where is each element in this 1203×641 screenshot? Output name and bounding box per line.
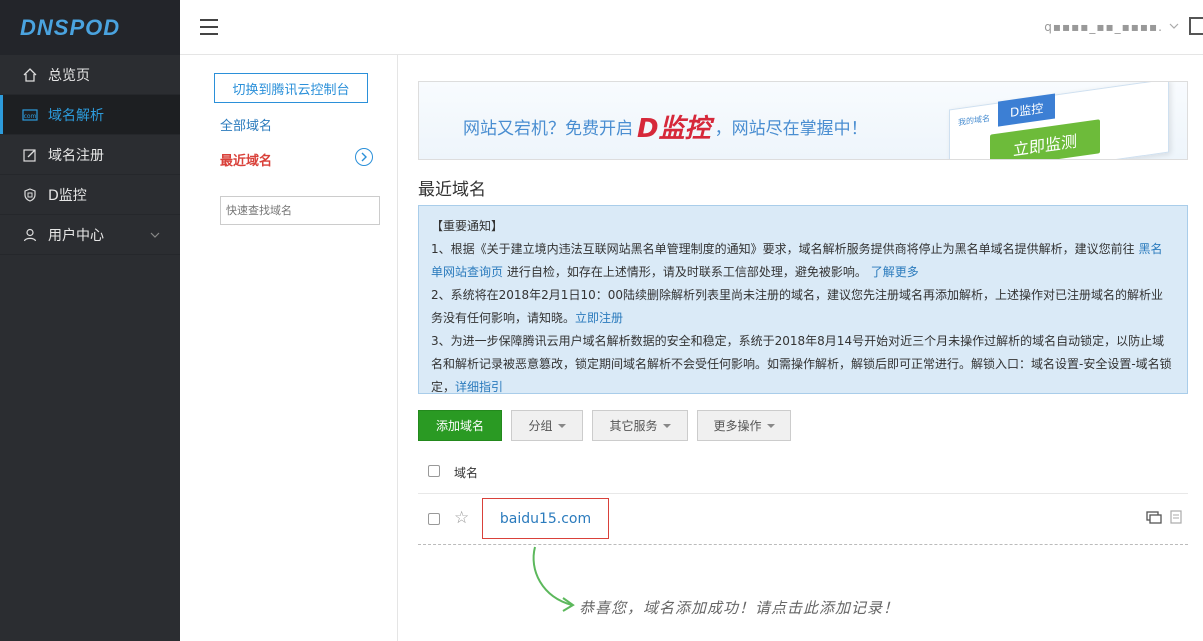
banner-text: 网站又宕机？免费开启 D监控 ，网站尽在掌握中！: [463, 114, 868, 144]
top-bar: q▪▪▪▪_▪▪_▪▪▪▪.: [180, 0, 1203, 55]
banner-illustration: 我的域名 D监控 立即监测: [949, 82, 1169, 159]
home-icon: [22, 67, 38, 83]
domain-subnav: 切换到腾讯云控制台 全部域名 最近域名: [180, 55, 398, 641]
banner-card-tab: D监控: [998, 93, 1056, 127]
caret-down-icon: [557, 423, 566, 428]
sidebar-item-label: 域名注册: [48, 147, 104, 164]
sidebar-item-register[interactable]: 域名注册: [0, 135, 180, 175]
document-icon[interactable]: [1170, 510, 1182, 524]
hamburger-icon[interactable]: [200, 19, 218, 35]
sidebar-item-label: D监控: [48, 187, 87, 204]
select-all-checkbox[interactable]: [428, 465, 440, 477]
edit-icon: [22, 147, 38, 163]
chevron-down-icon[interactable]: [1169, 20, 1179, 35]
com-icon: com: [22, 107, 38, 123]
caret-down-icon: [766, 423, 775, 428]
chevron-down-icon: [150, 228, 160, 244]
sidebar-item-user-center[interactable]: 用户中心: [0, 215, 180, 255]
success-message[interactable]: 恭喜您，域名添加成功！请点击此添加记录！: [579, 597, 899, 618]
notice-item-3: 3、为进一步保障腾讯云用户域名解析数据的安全和稳定，系统于2018年8月14号开…: [431, 334, 1172, 394]
shield-icon: [22, 187, 38, 203]
user-icon: [22, 227, 38, 243]
sidebar-item-monitor[interactable]: D监控: [0, 175, 180, 215]
records-icon[interactable]: [1146, 510, 1162, 524]
sidebar-item-label: 总览页: [48, 67, 90, 84]
learn-more-link[interactable]: 了解更多: [871, 265, 919, 279]
sidebar-item-overview[interactable]: 总览页: [0, 55, 180, 95]
username[interactable]: q▪▪▪▪_▪▪_▪▪▪▪.: [1044, 20, 1163, 34]
sidebar-item-label: 域名解析: [48, 107, 104, 124]
register-now-link[interactable]: 立即注册: [575, 311, 623, 325]
caret-down-icon: [662, 423, 671, 428]
row-checkbox[interactable]: [428, 513, 440, 525]
notice-item-2: 2、系统将在2018年2月1日10：00陆续删除解析列表里尚未注册的域名，建议您…: [431, 288, 1163, 325]
notice-heading: 【重要通知】: [431, 219, 504, 233]
sidebar-item-label: 用户中心: [48, 227, 104, 244]
more-actions-dropdown[interactable]: 更多操作: [697, 410, 791, 441]
all-domains-link[interactable]: 全部域名: [220, 115, 272, 134]
page-title: 最近域名: [418, 180, 486, 200]
star-icon[interactable]: ☆: [454, 508, 469, 528]
d-monitor-banner[interactable]: 网站又宕机？免费开启 D监控 ，网站尽在掌握中！ 我的域名 D监控 立即监测: [418, 81, 1188, 160]
group-dropdown[interactable]: 分组: [511, 410, 583, 441]
recent-domains-link[interactable]: 最近域名: [220, 150, 272, 169]
logout-icon[interactable]: [1189, 17, 1203, 35]
table-row: ☆ baidu15.com: [418, 495, 1188, 545]
d-monitor-logo: D监控: [637, 114, 711, 144]
svg-text:com: com: [24, 113, 37, 120]
domain-search-input[interactable]: [220, 196, 380, 225]
brand-logo[interactable]: DNSPOD: [0, 0, 180, 55]
domain-link[interactable]: baidu15.com: [482, 498, 609, 539]
row-actions: [1146, 510, 1182, 524]
domain-table-header: 域名: [418, 452, 1188, 494]
hint-arrow-icon: [532, 546, 575, 612]
action-toolbar: 添加域名 分组 其它服务 更多操作: [418, 410, 800, 441]
sidebar-item-dns[interactable]: com 域名解析: [0, 95, 180, 135]
circle-arrow-right-icon[interactable]: [355, 148, 373, 166]
column-header-domain: 域名: [454, 466, 479, 480]
detailed-guide-link[interactable]: 详细指引: [455, 380, 503, 394]
add-domain-button[interactable]: 添加域名: [418, 410, 502, 441]
switch-console-button[interactable]: 切换到腾讯云控制台: [214, 73, 368, 103]
sidebar: DNSPOD 总览页 com 域名解析 域名注册 D监控 用户中心: [0, 0, 180, 641]
important-notice: 【重要通知】 1、根据《关于建立境内违法互联网站黑名单管理制度的通知》要求，域名…: [418, 205, 1188, 394]
other-services-dropdown[interactable]: 其它服务: [592, 410, 688, 441]
banner-card-small: 我的域名: [958, 113, 990, 128]
notice-item-1: 1、根据《关于建立境内违法互联网站黑名单管理制度的通知》要求，域名解析服务提供商…: [431, 242, 1163, 279]
